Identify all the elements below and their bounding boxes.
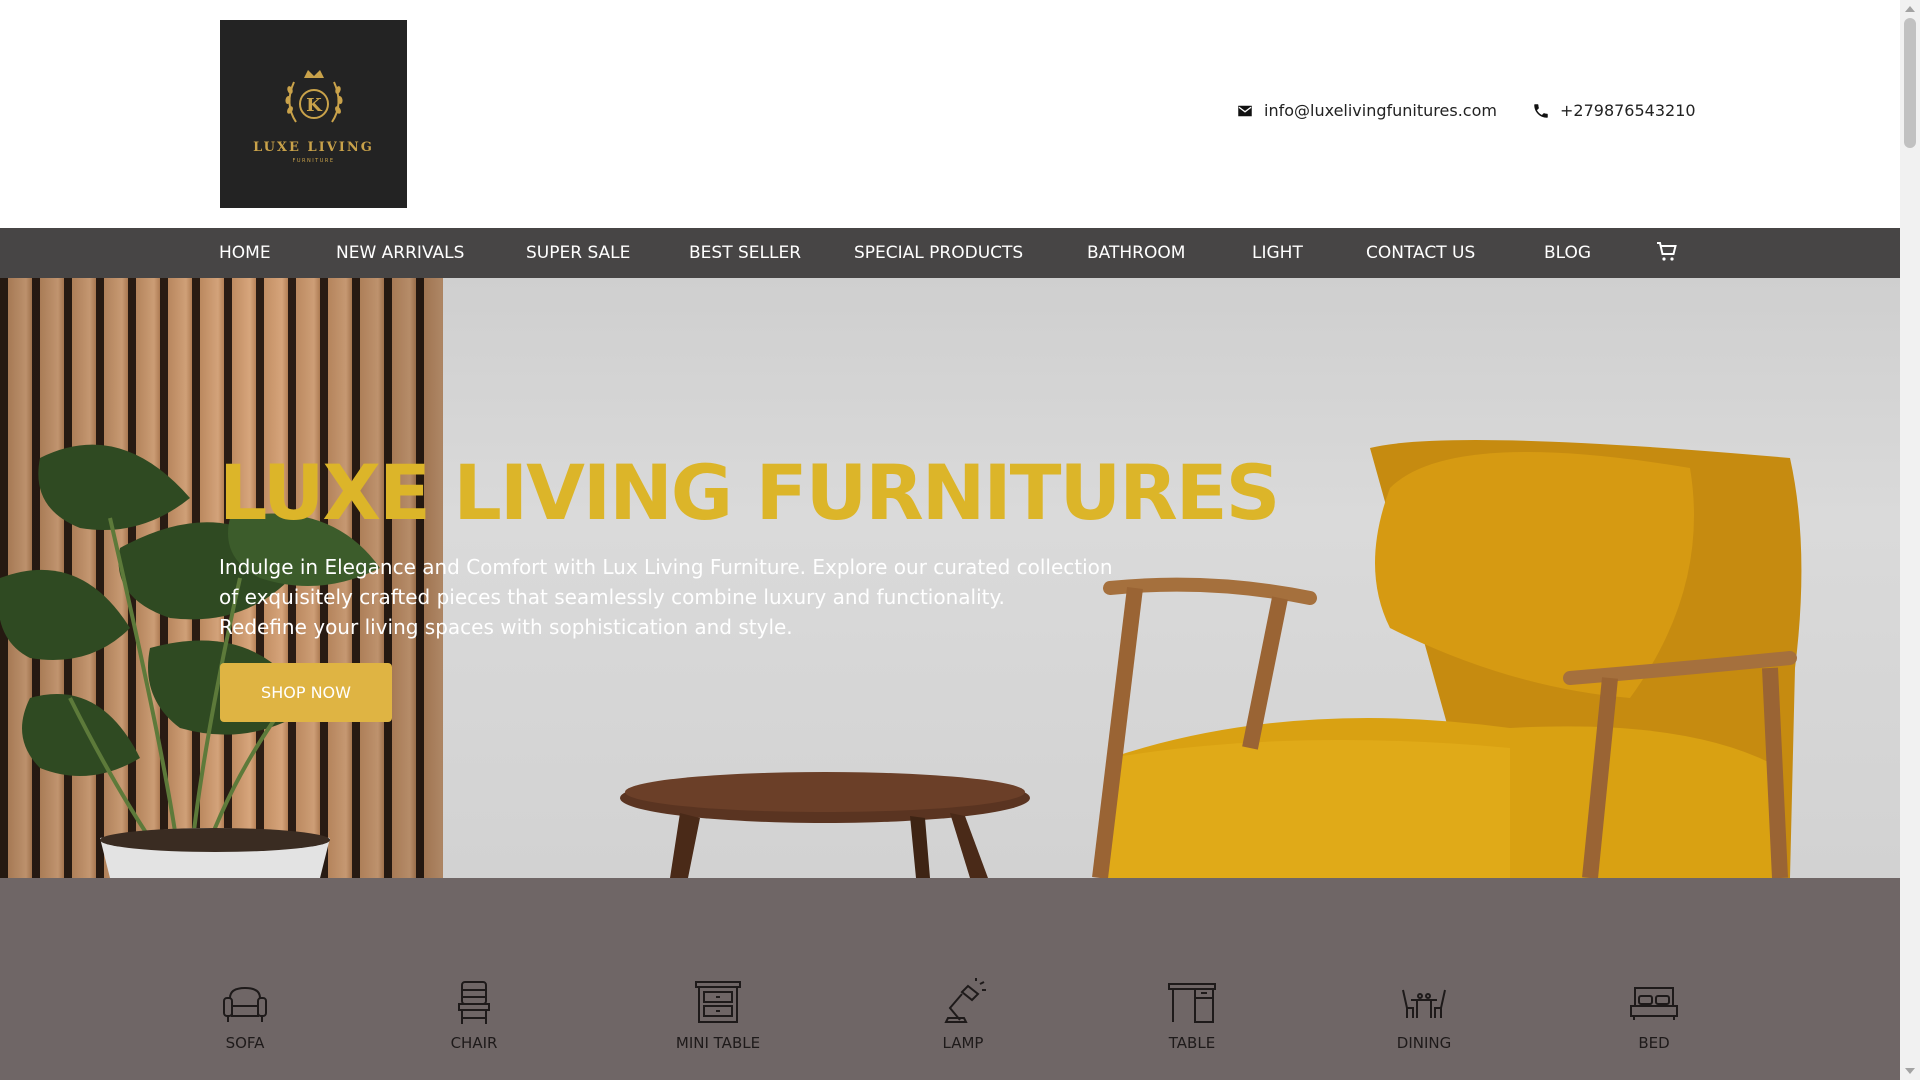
chair-icon	[458, 981, 490, 1024]
laurel-crown-icon: K	[284, 70, 343, 123]
hero-title: LUXE LIVING FURNITURES	[219, 448, 1280, 537]
category-dining[interactable]: DINING	[1354, 978, 1494, 1052]
category-bed[interactable]: BED	[1584, 978, 1724, 1052]
nav-item-contact-us[interactable]: CONTACT US	[1366, 228, 1475, 278]
category-label: TABLE	[1168, 1034, 1216, 1052]
cart-icon[interactable]	[1655, 240, 1679, 264]
logo-name: LUXE LIVING	[253, 140, 374, 155]
hero-description-line: of exquisitely crafted pieces that seaml…	[219, 585, 1005, 609]
logo-subtitle: FURNITURE	[292, 158, 335, 164]
nav-item-new-arrivals[interactable]: NEW ARRIVALS	[336, 228, 464, 278]
nav-item-light[interactable]: LIGHT	[1252, 228, 1303, 278]
category-chair[interactable]: CHAIR	[404, 978, 544, 1052]
hero-description: Indulge in Elegance and Comfort with Lux…	[219, 552, 1119, 642]
hero-description-line: Indulge in Elegance and Comfort with Lux…	[219, 555, 1113, 579]
category-label: SOFA	[225, 1034, 265, 1052]
scroll-down-icon[interactable]	[1905, 1068, 1915, 1074]
email-text: info@luxelivingfunitures.com	[1264, 101, 1497, 120]
header-email[interactable]: info@luxelivingfunitures.com	[1236, 101, 1497, 120]
main-nav: HOME NEW ARRIVALS SUPER SALE BEST SELLER…	[0, 228, 1900, 278]
nav-item-bathroom[interactable]: BATHROOM	[1087, 228, 1185, 278]
category-strip: SOFA CHAIR MINI TABLE LAMP TABLE DINING …	[0, 878, 1900, 1080]
sofa-icon	[223, 986, 267, 1022]
category-mini-table[interactable]: MINI TABLE	[648, 978, 788, 1052]
phone-icon	[1534, 103, 1548, 118]
category-label: CHAIR	[450, 1034, 498, 1052]
page-scrollbar[interactable]	[1900, 0, 1920, 1080]
lamp-icon	[944, 978, 986, 1023]
bed-icon	[1630, 987, 1678, 1020]
category-lamp[interactable]: LAMP	[893, 978, 1033, 1052]
top-header: K LUXE LIVING FURNITURE info@luxelivingf…	[0, 0, 1900, 228]
dining-icon	[1402, 989, 1446, 1018]
scrollbar-thumb[interactable]	[1904, 18, 1916, 148]
category-label: BED	[1638, 1034, 1670, 1052]
nav-item-blog[interactable]: BLOG	[1544, 228, 1591, 278]
mini-table-icon	[695, 981, 741, 1023]
nav-item-special-products[interactable]: SPECIAL PRODUCTS	[854, 228, 1023, 278]
nav-item-super-sale[interactable]: SUPER SALE	[526, 228, 630, 278]
hero-description-line: Redefine your living spaces with sophist…	[219, 615, 793, 639]
category-table[interactable]: TABLE	[1122, 978, 1262, 1052]
phone-text: +279876543210	[1560, 101, 1696, 120]
nav-item-best-seller[interactable]: BEST SELLER	[689, 228, 801, 278]
header-phone[interactable]: +279876543210	[1532, 101, 1696, 120]
scroll-up-icon[interactable]	[1905, 6, 1915, 12]
brand-logo[interactable]: K LUXE LIVING FURNITURE	[220, 20, 407, 208]
svg-text:K: K	[306, 95, 323, 116]
hero-banner: LUXE LIVING FURNITURES Indulge in Elegan…	[0, 278, 1900, 878]
category-sofa[interactable]: SOFA	[175, 978, 315, 1052]
shop-now-button[interactable]: SHOP NOW	[220, 663, 392, 722]
category-label: MINI TABLE	[675, 1034, 761, 1052]
mail-icon	[1238, 105, 1252, 116]
category-label: DINING	[1396, 1034, 1452, 1052]
table-icon	[1168, 983, 1216, 1023]
category-label: LAMP	[942, 1034, 984, 1052]
side-table-image	[620, 772, 1030, 878]
nav-item-home[interactable]: HOME	[219, 228, 271, 278]
